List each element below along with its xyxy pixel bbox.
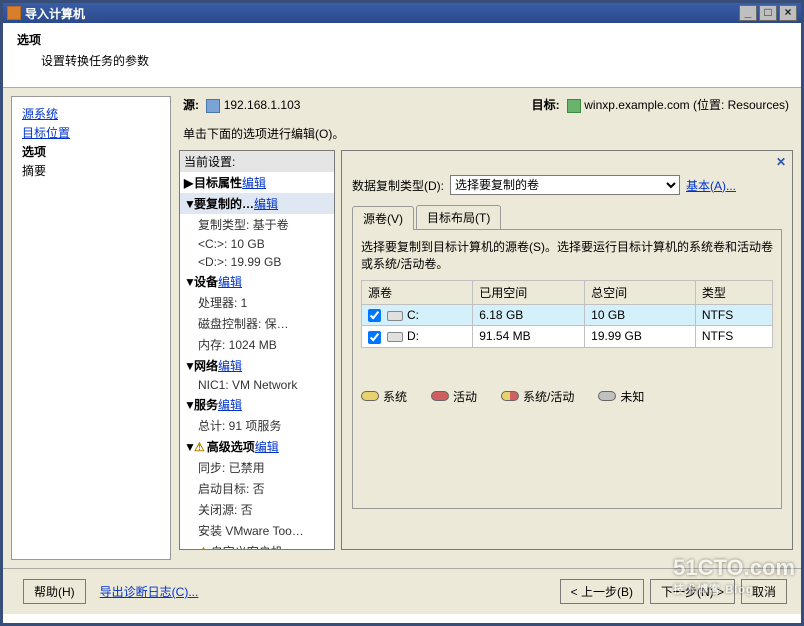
step-summary: 摘要: [22, 162, 160, 179]
help-button[interactable]: 帮助(H): [23, 579, 86, 604]
step-options: 选项: [22, 143, 160, 160]
close-button[interactable]: ×: [779, 5, 797, 21]
details-pane: ✕ 数据复制类型(D): 选择要复制的卷 基本(A)... 源卷(V) 目标布局…: [341, 150, 793, 550]
step-destination[interactable]: 目标位置: [22, 124, 160, 141]
next-button[interactable]: 下一步(N) >: [650, 579, 735, 604]
window-title: 导入计算机: [25, 5, 737, 22]
legend-system-icon: [361, 391, 379, 401]
back-button[interactable]: < 上一步(B): [560, 579, 644, 604]
source-target-bar: 源: 192.168.1.103 目标: winxp.example.com (…: [179, 96, 793, 119]
copy-d: <D:>: 19.99 GB: [180, 253, 334, 271]
instruction-text: 单击下面的选项进行编辑(O)。: [183, 125, 793, 142]
dev-mem: 内存: 1024 MB: [180, 334, 334, 355]
disk-icon: [387, 311, 403, 321]
settings-header: 当前设置:: [180, 151, 334, 172]
disk-icon: [387, 332, 403, 342]
app-icon: [7, 6, 21, 20]
edit-link[interactable]: 编辑: [255, 438, 279, 455]
copy-c: <C:>: 10 GB: [180, 235, 334, 253]
edit-link[interactable]: 编辑: [218, 273, 242, 290]
wizard-footer: 帮助(H) 导出诊断日志(C)... < 上一步(B) 下一步(N) > 取消: [3, 568, 801, 614]
col-type[interactable]: 类型: [695, 281, 772, 305]
copy-type: 复制类型: 基于卷: [180, 214, 334, 235]
legend: 系统 活动 系统/活动 未知: [361, 388, 773, 405]
edit-link[interactable]: 编辑: [254, 195, 278, 212]
section-target-attrs[interactable]: ▶目标属性编辑: [180, 172, 334, 193]
legend-active-icon: [431, 391, 449, 401]
col-source-vol[interactable]: 源卷: [362, 281, 473, 305]
step-source[interactable]: 源系统: [22, 105, 160, 122]
legend-sysact-icon: [501, 391, 519, 401]
adv-close-source: 关闭源: 否: [180, 499, 334, 520]
edit-link[interactable]: 编辑: [242, 174, 266, 191]
legend-unknown-icon: [598, 391, 616, 401]
maximize-button[interactable]: □: [759, 5, 777, 21]
section-devices[interactable]: ▼设备编辑: [180, 271, 334, 292]
steps-nav: 源系统 目标位置 选项 摘要: [11, 96, 171, 560]
cancel-button[interactable]: 取消: [741, 579, 787, 604]
section-to-copy[interactable]: ▼要复制的…编辑: [180, 193, 334, 214]
tab-instruction: 选择要复制到目标计算机的源卷(S)。选择要运行目标计算机的系统卷和活动卷或系统/…: [361, 238, 773, 272]
tab-source-volumes[interactable]: 源卷(V): [352, 206, 414, 230]
adv-install-tools: 安装 VMware Too…: [180, 520, 334, 541]
table-row[interactable]: C: 6.18 GB 10 GB NTFS: [362, 305, 773, 326]
adv-custom-guest: ⚠自定义客户机…: [180, 541, 334, 550]
tab-content: 选择要复制到目标计算机的源卷(S)。选择要运行目标计算机的系统卷和活动卷或系统/…: [352, 229, 782, 509]
adv-sync: 同步: 已禁用: [180, 457, 334, 478]
page-subtitle: 设置转换任务的参数: [17, 52, 787, 69]
export-log-link[interactable]: 导出诊断日志(C)...: [100, 583, 199, 600]
minimize-button[interactable]: _: [739, 5, 757, 21]
warn-icon: ⚠: [194, 440, 205, 454]
source-label: 源:: [183, 98, 199, 112]
wizard-header: 选项 设置转换任务的参数: [3, 23, 801, 88]
work-area: 当前设置: ▶目标属性编辑 ▼要复制的…编辑 复制类型: 基于卷 <C:>: 1…: [179, 150, 793, 550]
section-services[interactable]: ▼服务编辑: [180, 394, 334, 415]
dev-cpu: 处理器: 1: [180, 292, 334, 313]
vol-checkbox-c[interactable]: [368, 309, 381, 322]
basic-link[interactable]: 基本(A)...: [686, 177, 736, 194]
main-area: 源: 192.168.1.103 目标: winxp.example.com (…: [171, 88, 801, 568]
section-network[interactable]: ▼网络编辑: [180, 355, 334, 376]
page-title: 选项: [17, 31, 787, 48]
section-advanced[interactable]: ▼⚠高级选项编辑: [180, 436, 334, 457]
dev-disk: 磁盘控制器: 保…: [180, 313, 334, 334]
vol-checkbox-d[interactable]: [368, 331, 381, 344]
warn-icon: ⚠: [198, 545, 209, 550]
target-label: 目标:: [532, 98, 560, 112]
copy-type-label: 数据复制类型(D):: [352, 177, 444, 194]
target-icon: [567, 99, 581, 113]
col-used[interactable]: 已用空间: [473, 281, 585, 305]
titlebar: 导入计算机 _ □ ×: [3, 3, 801, 23]
col-total[interactable]: 总空间: [585, 281, 696, 305]
wizard-body: 源系统 目标位置 选项 摘要 源: 192.168.1.103 目标: winx…: [3, 88, 801, 568]
adv-boot-target: 启动目标: 否: [180, 478, 334, 499]
source-value: 192.168.1.103: [224, 98, 301, 112]
net-nic1: NIC1: VM Network: [180, 376, 334, 394]
tabs: 源卷(V) 目标布局(T) 选择要复制到目标计算机的源卷(S)。选择要运行目标计…: [352, 205, 782, 509]
table-row[interactable]: D: 91.54 MB 19.99 GB NTFS: [362, 326, 773, 347]
svc-total: 总计: 91 项服务: [180, 415, 334, 436]
volumes-table: 源卷 已用空间 总空间 类型 C: 6.18 GB 10: [361, 280, 773, 348]
edit-link[interactable]: 编辑: [218, 396, 242, 413]
copy-type-select[interactable]: 选择要复制的卷: [450, 175, 680, 195]
target-value: winxp.example.com (位置: Resources): [584, 98, 789, 112]
close-pane-icon[interactable]: ✕: [776, 155, 786, 169]
tab-target-layout[interactable]: 目标布局(T): [416, 205, 501, 229]
edit-link[interactable]: 编辑: [218, 357, 242, 374]
settings-tree[interactable]: 当前设置: ▶目标属性编辑 ▼要复制的…编辑 复制类型: 基于卷 <C:>: 1…: [179, 150, 335, 550]
source-icon: [206, 99, 220, 113]
